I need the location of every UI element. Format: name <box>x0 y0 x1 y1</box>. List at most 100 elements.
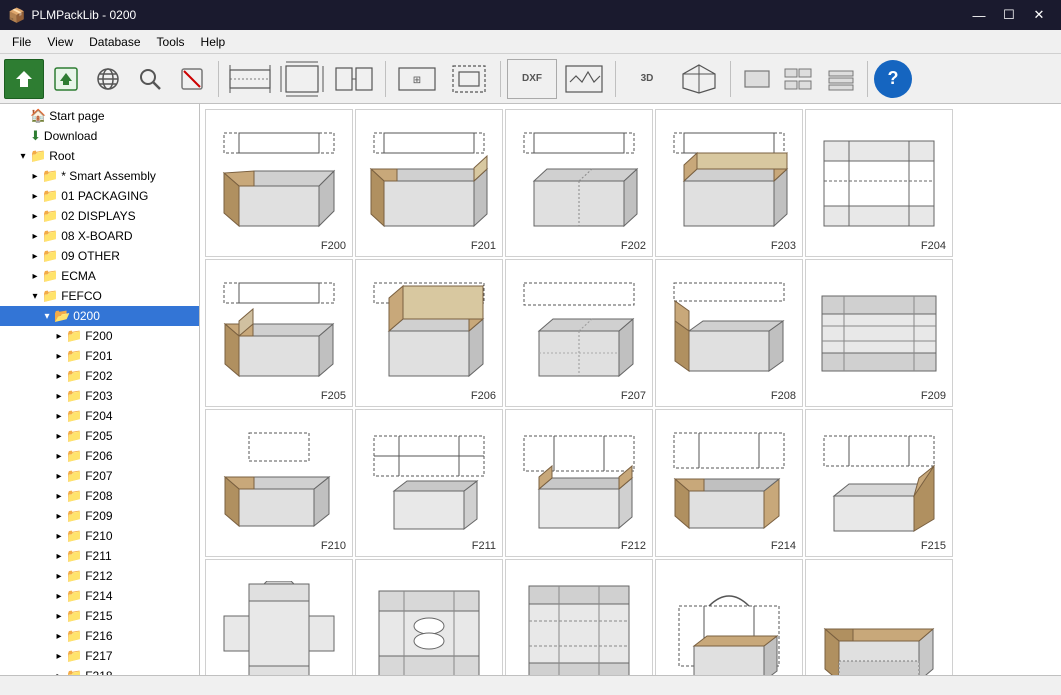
sidebar-item-ecma[interactable]: ▸ 📁 ECMA <box>0 266 199 286</box>
grid-cell-f204[interactable]: F204 <box>805 109 953 257</box>
grid-cell-f200[interactable]: F200 <box>205 109 353 257</box>
web-button[interactable] <box>88 59 128 99</box>
grid-cell-f202[interactable]: F202 <box>505 109 653 257</box>
export-btn-2[interactable] <box>559 59 609 99</box>
close-button[interactable]: ✕ <box>1025 1 1053 29</box>
expander-other[interactable]: ▸ <box>28 251 42 262</box>
grid-area[interactable]: F200 F201 <box>200 104 1061 675</box>
grid-cell-f207[interactable]: F207 <box>505 259 653 407</box>
sidebar-item-download[interactable]: ⬇ Download <box>0 126 199 146</box>
expander-f205[interactable]: ▸ <box>52 431 66 442</box>
sidebar-item-f208[interactable]: ▸ 📁 F208 <box>0 486 199 506</box>
measure-btn-2[interactable] <box>277 59 327 99</box>
expander-root[interactable]: ▾ <box>16 151 30 162</box>
expander-ecma[interactable]: ▸ <box>28 271 42 282</box>
stop-button[interactable] <box>172 59 212 99</box>
view-single-btn[interactable] <box>737 59 777 99</box>
sidebar-item-f203[interactable]: ▸ 📁 F203 <box>0 386 199 406</box>
grid-cell-f208[interactable]: F208 <box>655 259 803 407</box>
grid-cell-f201[interactable]: F201 <box>355 109 503 257</box>
sidebar-item-f204[interactable]: ▸ 📁 F204 <box>0 406 199 426</box>
expander-displays[interactable]: ▸ <box>28 211 42 222</box>
grid-cell-f215[interactable]: F215 <box>805 409 953 557</box>
view-multi-btn[interactable] <box>779 59 819 99</box>
sidebar-item-f210[interactable]: ▸ 📁 F210 <box>0 526 199 546</box>
sidebar-item-f211[interactable]: ▸ 📁 F211 <box>0 546 199 566</box>
sidebar-item-f209[interactable]: ▸ 📁 F209 <box>0 506 199 526</box>
sidebar-item-f217[interactable]: ▸ 📁 F217 <box>0 646 199 666</box>
sidebar-item-f212[interactable]: ▸ 📁 F212 <box>0 566 199 586</box>
expander-f210[interactable]: ▸ <box>52 531 66 542</box>
sidebar-item-f215[interactable]: ▸ 📁 F215 <box>0 606 199 626</box>
sidebar-item-f202[interactable]: ▸ 📁 F202 <box>0 366 199 386</box>
grid-cell-f214[interactable]: F214 <box>655 409 803 557</box>
sidebar-item-fefco[interactable]: ▾ 📁 FEFCO <box>0 286 199 306</box>
sidebar-item-f216[interactable]: ▸ 📁 F216 <box>0 626 199 646</box>
grid-cell-f203[interactable]: F203 <box>655 109 803 257</box>
grid-cell-f226[interactable]: F226 <box>805 559 953 675</box>
3d-btn-2[interactable] <box>674 59 724 99</box>
expander-xboard[interactable]: ▸ <box>28 231 42 242</box>
sidebar-item-startpage[interactable]: 🏠 Start page <box>0 106 199 126</box>
minimize-button[interactable]: — <box>965 1 993 29</box>
expander-f202[interactable]: ▸ <box>52 371 66 382</box>
expander-f215[interactable]: ▸ <box>52 611 66 622</box>
zoom-btn-2[interactable] <box>444 59 494 99</box>
sidebar-item-f201[interactable]: ▸ 📁 F201 <box>0 346 199 366</box>
sidebar-item-f205[interactable]: ▸ 📁 F205 <box>0 426 199 446</box>
zoom-btn[interactable]: ⊞ <box>392 59 442 99</box>
grid-cell-f217[interactable]: F217 <box>355 559 503 675</box>
expander-f211[interactable]: ▸ <box>52 551 66 562</box>
sidebar-item-f214[interactable]: ▸ 📁 F214 <box>0 586 199 606</box>
grid-cell-f218[interactable]: F218 <box>505 559 653 675</box>
grid-cell-f211[interactable]: F211 <box>355 409 503 557</box>
menu-file[interactable]: File <box>4 33 39 51</box>
grid-cell-f212[interactable]: F212 <box>505 409 653 557</box>
sidebar-item-f218[interactable]: ▸ 📁 F218 <box>0 666 199 675</box>
home-button[interactable] <box>4 59 44 99</box>
expander-f209[interactable]: ▸ <box>52 511 66 522</box>
expander-f218[interactable]: ▸ <box>52 671 66 676</box>
sidebar-item-packaging[interactable]: ▸ 📁 01 PACKAGING <box>0 186 199 206</box>
expander-f201[interactable]: ▸ <box>52 351 66 362</box>
sidebar-item-xboard[interactable]: ▸ 📁 08 X-BOARD <box>0 226 199 246</box>
view-list-btn[interactable] <box>821 59 861 99</box>
menu-tools[interactable]: Tools <box>149 33 193 51</box>
grid-cell-f210[interactable]: F210 <box>205 409 353 557</box>
expander-f204[interactable]: ▸ <box>52 411 66 422</box>
expander-f214[interactable]: ▸ <box>52 591 66 602</box>
expander-f203[interactable]: ▸ <box>52 391 66 402</box>
sidebar-item-f206[interactable]: ▸ 📁 F206 <box>0 446 199 466</box>
expander-f207[interactable]: ▸ <box>52 471 66 482</box>
expander-f217[interactable]: ▸ <box>52 651 66 662</box>
measure-btn-1[interactable] <box>225 59 275 99</box>
expander-packaging[interactable]: ▸ <box>28 191 42 202</box>
grid-cell-f209[interactable]: F209 <box>805 259 953 407</box>
download-toolbar-button[interactable] <box>46 59 86 99</box>
help-button[interactable]: ? <box>874 60 912 98</box>
sidebar-item-smart-assembly[interactable]: ▸ 📁 * Smart Assembly <box>0 166 199 186</box>
grid-cell-f205[interactable]: F205 <box>205 259 353 407</box>
expander-f206[interactable]: ▸ <box>52 451 66 462</box>
sidebar-item-f200[interactable]: ▸ 📁 F200 <box>0 326 199 346</box>
expander-0200[interactable]: ▾ <box>40 311 54 322</box>
expander-f208[interactable]: ▸ <box>52 491 66 502</box>
search-toolbar-button[interactable] <box>130 59 170 99</box>
maximize-button[interactable]: ☐ <box>995 1 1023 29</box>
menu-view[interactable]: View <box>39 33 81 51</box>
measure-btn-3[interactable] <box>329 59 379 99</box>
sidebar-item-root[interactable]: ▾ 📁 Root <box>0 146 199 166</box>
expander-f212[interactable]: ▸ <box>52 571 66 582</box>
menu-database[interactable]: Database <box>81 33 148 51</box>
sidebar-item-f207[interactable]: ▸ 📁 F207 <box>0 466 199 486</box>
expander-f216[interactable]: ▸ <box>52 631 66 642</box>
grid-cell-f225[interactable]: F225 <box>655 559 803 675</box>
grid-cell-f216[interactable]: F216 <box>205 559 353 675</box>
expander-smart-assembly[interactable]: ▸ <box>28 171 42 182</box>
sidebar-item-displays[interactable]: ▸ 📁 02 DISPLAYS <box>0 206 199 226</box>
sidebar-item-0200[interactable]: ▾ 📂 0200 <box>0 306 199 326</box>
menu-help[interactable]: Help <box>193 33 234 51</box>
dxf-button[interactable]: DXF <box>507 59 557 99</box>
expander-f200[interactable]: ▸ <box>52 331 66 342</box>
grid-cell-f206[interactable]: F206 <box>355 259 503 407</box>
